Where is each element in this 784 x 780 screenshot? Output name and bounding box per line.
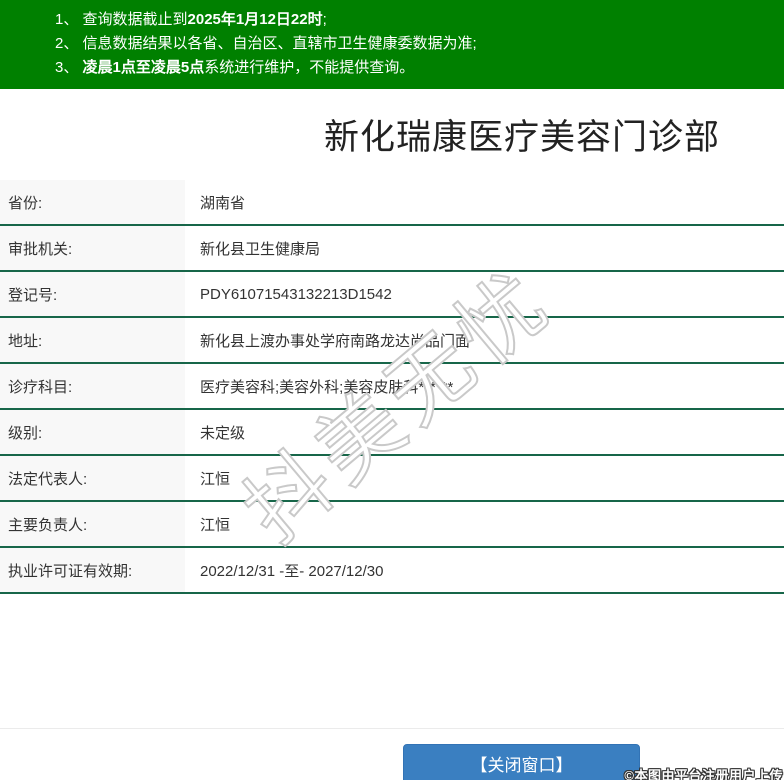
content-container: 1、 查询数据截止到2025年1月12日22时; 2、 信息数据结果以各省、自治… (0, 0, 784, 780)
institution-detail-table: 省份: 湖南省 审批机关: 新化县卫生健康局 登记号: PDY610715431… (0, 180, 784, 594)
row-value: 江恒 (200, 470, 231, 488)
row-label: 诊疗科目: (0, 364, 185, 408)
page-title: 新化瑞康医疗美容门诊部 (323, 118, 720, 157)
notice-3-suffix: 系统进行维护，不能提供查询。 (204, 59, 415, 76)
notice-1-bold: 2025年1月12日22时 (187, 11, 323, 28)
notice-1-suffix: ; (322, 11, 327, 28)
table-row-level: 级别: 未定级 (0, 410, 784, 456)
row-value: 医疗美容科;美容外科;美容皮肤科****** (200, 378, 454, 396)
row-label: 级别: (0, 410, 185, 454)
row-value: 2022/12/31 -至- 2027/12/30 (200, 562, 384, 580)
notice-line-2: 2、 信息数据结果以各省、自治区、直辖市卫生健康委数据为准; (55, 32, 784, 56)
row-label: 审批机关: (0, 226, 185, 270)
row-value: 湖南省 (200, 194, 246, 212)
table-row-license-validity: 执业许可证有效期: 2022/12/31 -至- 2027/12/30 (0, 548, 784, 594)
notice-2-text: 2、 信息数据结果以各省、自治区、直辖市卫生健康委数据为准; (55, 35, 477, 52)
table-row-province: 省份: 湖南省 (0, 180, 784, 226)
row-value: 新化县上渡办事处学府南路龙达尚品门面 (200, 332, 471, 350)
notice-1-text: 1、 查询数据截止到 (55, 11, 188, 28)
page-viewport: 1、 查询数据截止到2025年1月12日22时; 2、 信息数据结果以各省、自治… (0, 0, 784, 780)
footer-divider (0, 728, 784, 729)
table-row-address: 地址: 新化县上渡办事处学府南路龙达尚品门面 (0, 318, 784, 364)
table-row-legal-representative: 法定代表人: 江恒 (0, 456, 784, 502)
notice-banner: 1、 查询数据截止到2025年1月12日22时; 2、 信息数据结果以各省、自治… (0, 0, 784, 89)
table-row-approval-authority: 审批机关: 新化县卫生健康局 (0, 226, 784, 272)
row-label: 主要负责人: (0, 502, 185, 546)
notice-3-bold: 凌晨1点至凌晨5点 (82, 59, 205, 76)
table-row-main-person-in-charge: 主要负责人: 江恒 (0, 502, 784, 548)
copyright-watermark: ©本图由平台注册用户上传 (624, 768, 783, 780)
row-label: 省份: (0, 180, 185, 224)
table-row-registration-number: 登记号: PDY61071543132213D1542 (0, 272, 784, 318)
notice-line-1: 1、 查询数据截止到2025年1月12日22时; (55, 8, 784, 32)
row-value: 新化县卫生健康局 (200, 240, 321, 258)
notice-line-3: 3、 凌晨1点至凌晨5点系统进行维护，不能提供查询。 (55, 56, 784, 80)
close-window-button[interactable]: 【关闭窗口】 (403, 744, 640, 780)
row-value: PDY61071543132213D1542 (200, 285, 392, 303)
notice-3-text: 3、 (55, 59, 83, 76)
row-label: 执业许可证有效期: (0, 548, 185, 592)
table-row-treatment-subjects: 诊疗科目: 医疗美容科;美容外科;美容皮肤科****** (0, 364, 784, 410)
row-label: 登记号: (0, 272, 185, 316)
row-value: 未定级 (200, 424, 246, 442)
row-label: 法定代表人: (0, 456, 185, 500)
title-area: 新化瑞康医疗美容门诊部 (0, 89, 784, 180)
row-value: 江恒 (200, 516, 231, 534)
row-label: 地址: (0, 318, 185, 362)
